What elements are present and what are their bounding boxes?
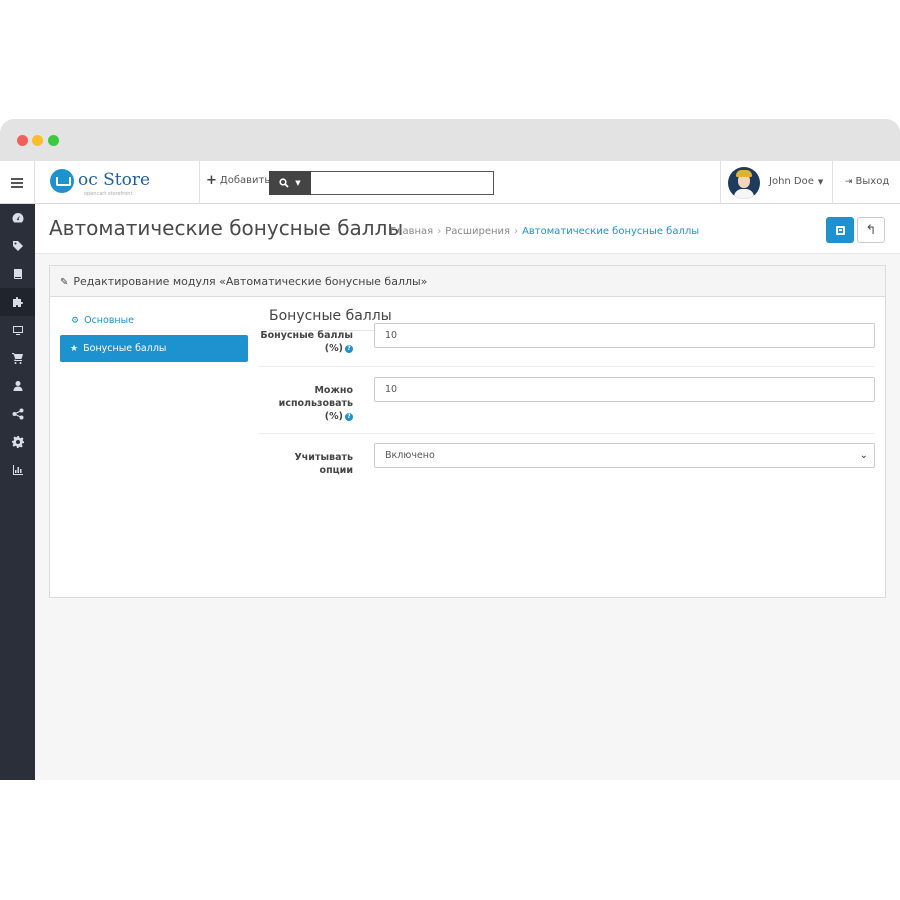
user-avatar[interactable] [728, 167, 760, 199]
breadcrumb-separator: › [437, 226, 442, 237]
plus-icon: + [206, 172, 217, 188]
help-icon[interactable]: ? [345, 344, 353, 353]
sidebar-item-extensions[interactable] [0, 288, 35, 316]
puzzle-icon [12, 297, 23, 307]
consider-options-label-line1: Учитывать [294, 452, 353, 463]
logo-cart-icon [50, 169, 74, 193]
book-icon [13, 269, 22, 279]
sidebar-item-marketing[interactable] [0, 400, 35, 428]
sidebar-item-system[interactable] [0, 428, 35, 456]
sidebar-item-system-view[interactable] [0, 316, 35, 344]
header-divider [832, 161, 833, 204]
bonus-percent-label: Бонусные баллы (%)? [260, 329, 353, 355]
cart-icon [11, 353, 23, 364]
panel-heading: ✎ Редактирование модуля «Автоматические б… [50, 266, 885, 297]
consider-options-select[interactable]: Включено ⌄ [374, 443, 875, 468]
logo-tagline: opencart storefront [84, 191, 133, 197]
main-content: Автоматические бонусные баллы Главная › Ра… [35, 204, 900, 780]
header-divider [720, 161, 721, 204]
breadcrumb-home[interactable]: Главная [390, 226, 433, 237]
sidebar-item-catalog[interactable] [0, 232, 35, 260]
logout-label: Выход [855, 176, 890, 187]
usable-percent-input[interactable] [374, 377, 875, 402]
cog-icon [11, 436, 24, 448]
sidebar-item-dashboard[interactable] [0, 204, 35, 232]
tags-icon [12, 241, 23, 251]
add-new-label: Добавить [219, 175, 271, 186]
caret-down-icon: ▼ [817, 178, 824, 186]
hamburger-icon [11, 181, 23, 184]
menu-toggle-button[interactable] [0, 161, 35, 204]
gear-icon: ⚙ [71, 316, 80, 326]
sidebar [0, 204, 35, 780]
bonus-percent-label-line1: Бонусные баллы [260, 330, 353, 341]
avatar-hair [736, 170, 752, 177]
save-button[interactable] [826, 217, 854, 243]
save-icon [835, 225, 845, 235]
dashboard-icon [12, 213, 23, 223]
tab-bonus-points-label: Бонусные баллы [83, 343, 167, 354]
caret-down-icon: ▼ [295, 179, 301, 187]
usable-percent-label-line3: (%)? [279, 410, 353, 423]
monitor-icon [12, 326, 23, 335]
usable-percent-label-line1: Можно [314, 385, 353, 396]
form-row-divider [259, 433, 874, 434]
share-icon [12, 408, 23, 420]
search-icon [279, 178, 289, 188]
bar-chart-icon [12, 465, 23, 475]
window-titlebar [0, 119, 900, 161]
user-icon [13, 381, 22, 391]
pencil-icon: ✎ [60, 277, 69, 288]
header-divider [199, 161, 200, 204]
back-button[interactable]: ↰ [857, 217, 885, 243]
breadcrumb-current[interactable]: Автоматические бонусные баллы [522, 226, 699, 237]
tab-general[interactable]: ⚙ Основные [71, 315, 134, 326]
breadcrumb-separator: › [514, 226, 519, 237]
user-name: John Doe [769, 176, 814, 187]
logo[interactable]: oc Store opencart storefront [48, 167, 198, 199]
sidebar-item-sales[interactable] [0, 344, 35, 372]
add-new-button[interactable]: + Добавить [206, 172, 271, 188]
page-title: Автоматические бонусные баллы [49, 216, 404, 240]
logo-brand-text: oc Store [78, 170, 151, 190]
page-header: Автоматические бонусные баллы Главная › Ра… [35, 204, 900, 254]
usable-percent-label-unit: (%) [324, 411, 343, 422]
breadcrumb: Главная › Расширения › Автоматические бонусн… [390, 226, 699, 237]
sidebar-item-design[interactable] [0, 260, 35, 288]
consider-options-selected: Включено [385, 450, 435, 461]
minimize-window-button[interactable] [32, 135, 43, 146]
usable-percent-label-line2: использовать [278, 398, 353, 409]
panel-title: ✎ Редактирование модуля «Автоматические б… [60, 275, 427, 288]
browser-window: oc Store opencart storefront + Добавить … [0, 119, 900, 780]
search-type-button[interactable]: ▼ [269, 171, 311, 195]
star-icon: ★ [70, 344, 79, 354]
tab-general-label: Основные [84, 315, 134, 326]
maximize-window-button[interactable] [48, 135, 59, 146]
sidebar-item-reports[interactable] [0, 456, 35, 484]
search-input[interactable] [311, 171, 494, 195]
usable-percent-label: Можно использовать (%)? [279, 384, 353, 423]
breadcrumb-extensions[interactable]: Расширения [445, 226, 510, 237]
bonus-percent-label-unit: (%) [324, 343, 343, 354]
top-header: oc Store opencart storefront + Добавить … [0, 161, 900, 204]
edit-module-panel: ✎ Редактирование модуля «Автоматические б… [49, 265, 886, 598]
panel-title-text: Редактирование модуля «Автоматические бо… [73, 275, 428, 288]
reply-icon: ↰ [865, 222, 877, 238]
sidebar-item-customers[interactable] [0, 372, 35, 400]
bonus-percent-input[interactable] [374, 323, 875, 348]
help-icon[interactable]: ? [345, 412, 353, 421]
bonus-percent-label-line2: (%)? [260, 342, 353, 355]
tab-bonus-points[interactable]: ★ Бонусные баллы [60, 335, 248, 362]
form-row-divider [259, 366, 874, 367]
section-title: Бонусные баллы [269, 308, 392, 324]
user-menu-toggle[interactable]: John Doe ▼ [769, 176, 823, 187]
sign-out-icon: ⇥ [845, 177, 853, 187]
close-window-button[interactable] [17, 135, 28, 146]
avatar-body [734, 189, 754, 199]
consider-options-label-line2: опции [319, 465, 353, 476]
logout-link[interactable]: ⇥ Выход [845, 176, 889, 187]
chevron-down-icon: ⌄ [859, 450, 868, 461]
consider-options-label: Учитывать опции [294, 451, 353, 477]
